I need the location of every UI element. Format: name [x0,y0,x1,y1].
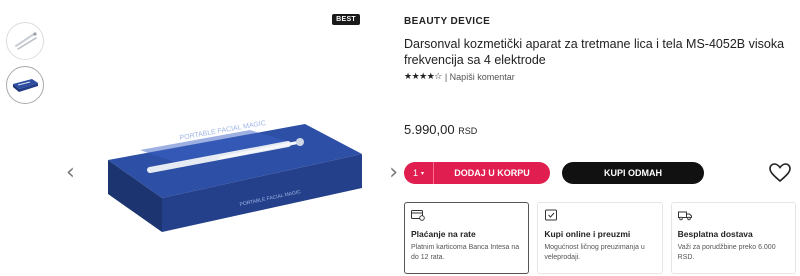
quantity-value: 1 [412,168,418,178]
product-rating: ★★★★☆ | Napiši komentar [404,72,796,82]
free-delivery-card[interactable]: Besplatna dostava Važi za porudžbine pre… [670,202,796,274]
add-to-cart-button[interactable]: DODAJ U KORPU [434,162,550,184]
heart-icon[interactable] [768,161,792,185]
truck-icon [677,211,692,221]
product-box-image: PORTABLE FACIAL MAGIC PORTABLE FACIAL MA… [108,120,362,232]
product-price: 5.990,00 RSD [404,122,796,137]
card-text: Važi za porudžbine preko 6.000 RSD. [677,244,776,261]
thumbnail-box[interactable] [6,66,44,104]
best-badge: BEST [332,14,360,25]
pickup-card[interactable]: Kupi online i preuzmi Mogućnost ličnog p… [537,202,663,274]
buy-now-button[interactable]: KUPI ODMAH [562,162,704,184]
device-thumbnail-image [15,32,37,50]
chevron-down-icon: ▾ [421,170,425,177]
price-currency: RSD [458,126,478,136]
product-image-gallery: BEST ‹ › PORTABLE FACIAL MAGIC PORTABLE … [60,12,398,276]
write-review-link[interactable]: | Napiši komentar [445,72,515,82]
info-cards: Plaćanje na rate Platnim karticoma Banca… [404,202,796,274]
card-icon [411,210,425,221]
quantity-select[interactable]: 1 ▾ [404,162,434,184]
product-info: BEAUTY DEVICE Darsonval kozmetički apara… [404,12,796,137]
rating-stars-icon: ★★★★☆ [404,72,442,82]
card-text: Platnim karticoma Banca Intesa na do 12 … [411,244,520,261]
product-title: Darsonval kozmetički aparat za tretmane … [404,37,785,67]
card-title: Plaćanje na rate [411,229,476,239]
card-text: Mogućnost ličnog preuzimanja u veleproda… [544,244,645,261]
price-value: 5.990,00 [404,122,455,137]
chevron-left-icon[interactable]: ‹ [66,162,75,184]
installments-card[interactable]: Plaćanje na rate Platnim karticoma Banca… [404,202,530,274]
chevron-right-icon[interactable]: › [389,162,398,184]
purchase-actions: 1 ▾ DODAJ U KORPU KUPI ODMAH [404,162,796,186]
product-brand[interactable]: BEAUTY DEVICE [404,16,796,27]
store-icon [545,209,558,221]
card-title: Kupi online i preuzmi [544,229,631,239]
thumbnail-list [6,22,46,110]
box-thumbnail-image [13,79,38,92]
card-title: Besplatna dostava [677,229,753,239]
thumbnail-device[interactable] [6,22,44,60]
